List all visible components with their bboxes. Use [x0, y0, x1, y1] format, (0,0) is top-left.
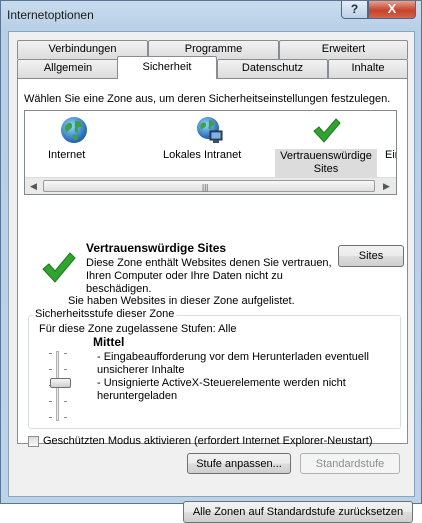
- zone-label-trusted-sites: Vertrauenswürdige Sites: [275, 149, 377, 177]
- allowed-levels-text: Für diese Zone zugelassene Stufen: Alle: [39, 323, 237, 335]
- slider-tick: [49, 417, 52, 418]
- protected-mode-row[interactable]: Geschützten Modus aktivieren (erfordert …: [28, 435, 373, 447]
- slider-tick: [49, 369, 52, 370]
- zone-label-trusted-line2: Sites: [313, 163, 339, 175]
- protected-mode-label: Geschützten Modus aktivieren (erfordert …: [43, 435, 373, 447]
- level-bullet-1: - Eingabeaufforderung vor dem Herunterla…: [97, 351, 369, 376]
- reset-all-zones-button[interactable]: Alle Zonen auf Standardstufe zurücksetze…: [183, 501, 413, 523]
- zone-list-scrollbar[interactable]: ◀ ||| ▶: [25, 177, 396, 194]
- scrollbar-thumb[interactable]: |||: [43, 180, 375, 192]
- zone-label-internet: Internet: [48, 149, 86, 161]
- slider-tick: [64, 417, 67, 418]
- default-level-button[interactable]: Standardstufe: [300, 453, 400, 474]
- sites-button[interactable]: Sites: [338, 245, 404, 267]
- zone-prompt: Wählen Sie eine Zone aus, um deren Siche…: [24, 93, 391, 105]
- zone-label-trusted-line1: Vertrauenswürdige: [280, 150, 372, 162]
- globe-icon: [61, 117, 87, 143]
- help-button[interactable]: ?: [341, 1, 368, 19]
- zone-list[interactable]: Internet Lokales Intranet Vertrauenswürd…: [24, 110, 397, 195]
- window-title: Internetoptionen: [7, 8, 94, 22]
- check-icon: [313, 118, 341, 143]
- tab-sicherheit[interactable]: Sicherheit: [117, 56, 217, 79]
- scroll-left-arrow-icon[interactable]: ◀: [27, 180, 40, 192]
- trusted-sites-check-icon: [42, 252, 76, 283]
- slider-tick: [49, 401, 52, 402]
- tab-datenschutz[interactable]: Datenschutz: [217, 59, 328, 78]
- intranet-globe-icon: [197, 117, 223, 143]
- tab-allgemein[interactable]: Allgemein: [17, 59, 119, 78]
- selected-zone-description: Diese Zone enthält Websites denen Sie ve…: [86, 257, 332, 295]
- slider-thumb[interactable]: [50, 378, 71, 388]
- tab-erweitert[interactable]: Erweitert: [279, 40, 408, 59]
- tab-inhalte[interactable]: Inhalte: [328, 59, 408, 78]
- scrollbar-grip-icon: |||: [202, 183, 209, 192]
- selected-zone-title: Vertrauenswürdige Sites: [86, 241, 227, 255]
- slider-tick: [64, 401, 67, 402]
- dialog-client-area: Verbindungen Programme Erweitert Allgeme…: [8, 31, 415, 523]
- slider-tick: [64, 369, 67, 370]
- security-level-name: Mittel: [93, 335, 125, 349]
- level-bullet-2: - Unsignierte ActiveX-Steuerelemente wer…: [97, 377, 346, 402]
- security-level-group: Sicherheitsstufe dieser Zone Für diese Z…: [28, 308, 401, 429]
- title-bar[interactable]: Internetoptionen ? X: [1, 1, 421, 31]
- slider-tick: [49, 353, 52, 354]
- zone-sites-listed-text: Sie haben Websites in dieser Zone aufgel…: [68, 295, 295, 307]
- close-icon: X: [387, 1, 397, 16]
- custom-level-button[interactable]: Stufe anpassen...: [187, 453, 291, 474]
- protected-mode-checkbox[interactable]: [28, 435, 39, 447]
- scroll-right-arrow-icon[interactable]: ▶: [380, 180, 393, 192]
- security-level-group-label: Sicherheitsstufe dieser Zone: [33, 308, 177, 320]
- close-button[interactable]: X: [368, 1, 416, 19]
- security-tab-panel: Wählen Sie eine Zone aus, um deren Siche…: [17, 78, 413, 523]
- zone-label-restricted: Einge: [385, 149, 396, 161]
- zone-label-local-intranet: Lokales Intranet: [163, 149, 242, 161]
- internet-options-window: Internetoptionen ? X Verbindungen Progra…: [0, 0, 422, 523]
- slider-tick: [64, 353, 67, 354]
- security-level-description: - Eingabeaufforderung vor dem Herunterla…: [97, 351, 387, 403]
